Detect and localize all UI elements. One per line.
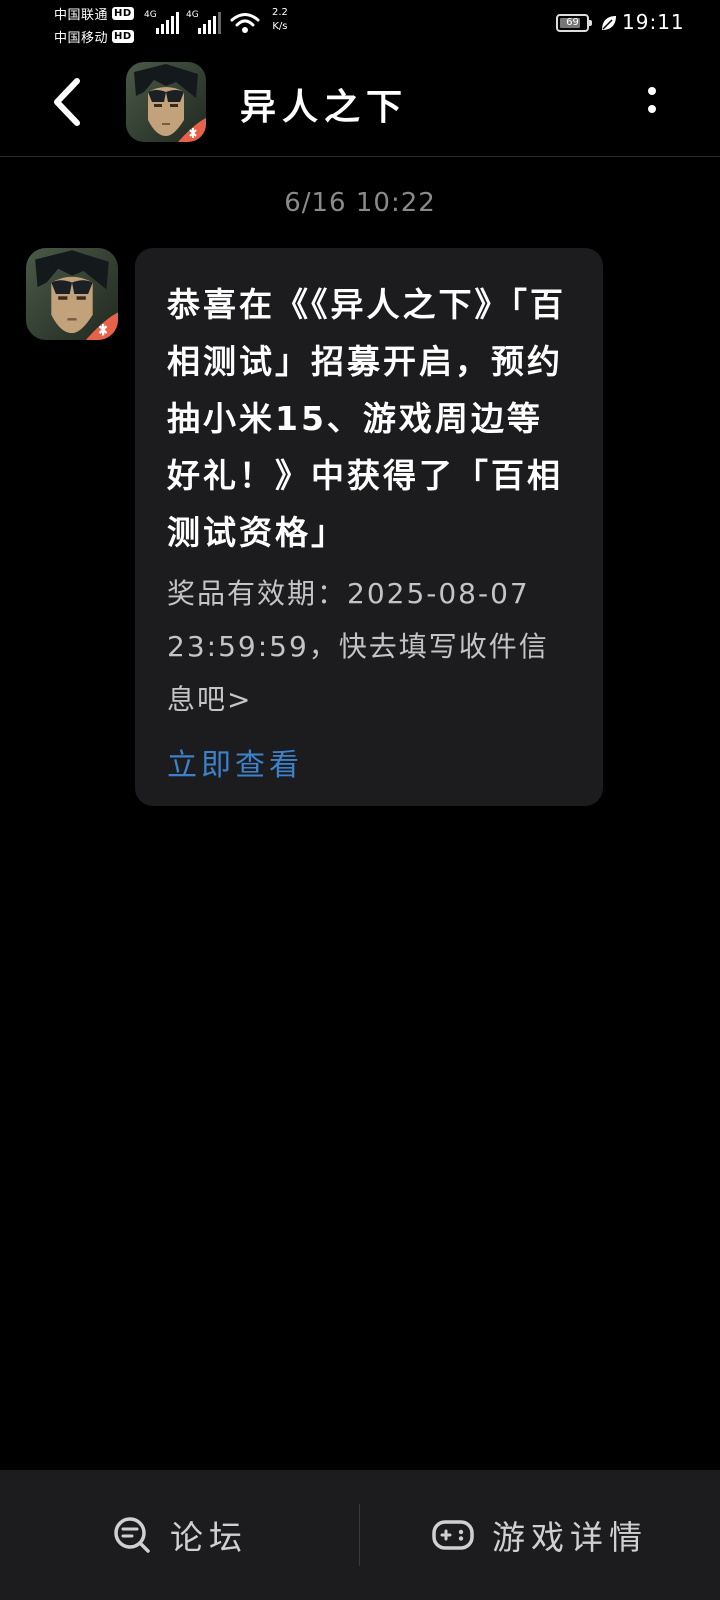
network-type-2: 4G — [186, 10, 199, 20]
carrier-1: 中国联通 HD — [54, 4, 134, 23]
game-detail-label: 游戏详情 — [492, 1518, 648, 1557]
hd-badge-2: HD — [112, 30, 134, 43]
leaf-icon — [600, 14, 618, 36]
signal-1-icon: 4G — [144, 10, 180, 36]
status-time: 19:11 — [622, 10, 685, 34]
net-speed-value: 2.2 — [272, 7, 288, 18]
bottom-divider — [359, 1504, 360, 1566]
game-avatar-icon — [126, 62, 206, 142]
app-icon[interactable] — [126, 62, 206, 142]
hd-badge-1: HD — [112, 7, 134, 20]
game-avatar-icon — [26, 248, 118, 340]
sender-avatar[interactable] — [26, 248, 118, 340]
back-arrow-icon — [54, 78, 80, 126]
chat-header: 异人之下 — [0, 44, 720, 157]
message-sub-text: 奖品有效期：2025-08-07 23:59:59，快去填写收件信息吧> — [167, 577, 549, 716]
forum-label: 论坛 — [170, 1518, 248, 1557]
chat-title: 异人之下 — [240, 87, 409, 128]
message-bubble[interactable]: 恭喜在《《异人之下》「百相测试」招募开启，预约抽小米15、游戏周边等好礼！》中获… — [135, 248, 603, 806]
more-options-icon[interactable] — [630, 78, 674, 122]
forum-chat-icon — [114, 1517, 150, 1553]
message-timestamp: 6/16 10:22 — [284, 188, 436, 218]
network-type-1: 4G — [144, 10, 157, 20]
battery-icon: 69 — [556, 14, 592, 32]
more-dot-bottom — [648, 105, 656, 113]
gamepad-icon — [432, 1520, 474, 1550]
game-detail-button[interactable]: 游戏详情 — [360, 1470, 720, 1600]
net-speed-unit: K/s — [272, 21, 288, 32]
message-main-text: 恭喜在《《异人之下》「百相测试」招募开启，预约抽小米15、游戏周边等好礼！》中获… — [167, 285, 566, 552]
forum-button[interactable]: 论坛 — [0, 1470, 360, 1600]
status-bar: 中国联通 HD 中国移动 HD 4G 4G 2.2 K/s 69 19:11 — [0, 0, 720, 46]
bottom-bar: 论坛 游戏详情 — [0, 1470, 720, 1600]
net-speed: 2.2 K/s — [272, 6, 288, 34]
view-now-link[interactable]: 立即查看 — [167, 740, 575, 784]
back-button[interactable] — [42, 74, 92, 130]
battery-level: 69 — [566, 17, 579, 28]
wifi-icon — [230, 12, 260, 38]
carrier-1-name: 中国联通 — [54, 8, 109, 23]
more-dot-top — [648, 87, 656, 95]
signal-2-icon: 4G — [186, 10, 222, 36]
